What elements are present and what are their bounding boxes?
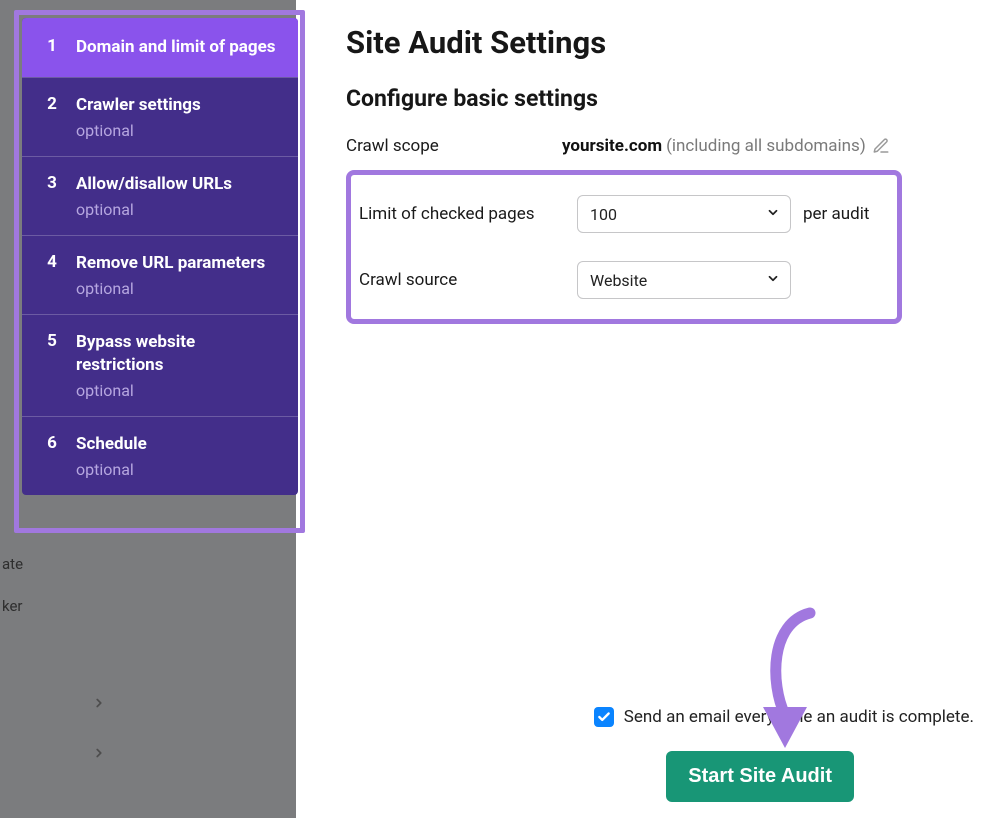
chevron-down-icon (766, 205, 780, 224)
email-notification-label: Send an email every time an audit is com… (624, 707, 974, 727)
limit-pages-suffix: per audit (803, 204, 869, 224)
step-optional-label: optional (76, 460, 280, 479)
crawl-source-row: Crawl source Website (359, 255, 889, 305)
email-checkbox[interactable] (594, 707, 614, 727)
bg-text-stub: ate (0, 555, 23, 573)
step-title: Domain and limit of pages (76, 36, 280, 59)
bg-text-stub: ker (0, 597, 23, 615)
crawl-scope-note: (including all subdomains) (666, 136, 866, 156)
step-number: 5 (38, 331, 66, 351)
limit-pages-select[interactable]: 100 (577, 195, 791, 233)
main-content: Site Audit Settings Configure basic sett… (346, 24, 974, 324)
email-notification-row: Send an email every time an audit is com… (594, 707, 974, 727)
sidebar-step-domain-limit[interactable]: 1 Domain and limit of pages (22, 18, 298, 77)
crawl-scope-row: Crawl scope yoursite.com (including all … (346, 136, 974, 156)
step-optional-label: optional (76, 381, 280, 400)
chevron-down-icon (766, 271, 780, 290)
step-number: 4 (38, 252, 66, 272)
footer: Send an email every time an audit is com… (594, 707, 974, 802)
crawl-source-value: Website (590, 271, 647, 290)
step-title: Bypass website restrictions (76, 331, 280, 377)
step-title: Remove URL parameters (76, 252, 280, 275)
page-subtitle: Configure basic settings (346, 85, 974, 112)
step-optional-label: optional (76, 279, 280, 298)
page-title: Site Audit Settings (346, 24, 974, 61)
pencil-icon[interactable] (872, 137, 890, 155)
crawl-source-label: Crawl source (359, 270, 577, 290)
step-number: 2 (38, 94, 66, 114)
settings-sidebar: 1 Domain and limit of pages 2 Crawler se… (22, 18, 298, 495)
step-title: Schedule (76, 433, 280, 456)
step-optional-label: optional (76, 200, 280, 219)
settings-highlight-outline: Limit of checked pages 100 per audit Cra… (346, 170, 902, 324)
sidebar-step-crawler-settings[interactable]: 2 Crawler settings optional (22, 77, 298, 156)
step-optional-label: optional (76, 121, 280, 140)
step-title: Allow/disallow URLs (76, 173, 280, 196)
sidebar-step-bypass-restrictions[interactable]: 5 Bypass website restrictions optional (22, 314, 298, 416)
limit-pages-label: Limit of checked pages (359, 204, 577, 224)
start-site-audit-button[interactable]: Start Site Audit (666, 751, 854, 802)
crawl-scope-label: Crawl scope (346, 136, 562, 156)
limit-pages-value: 100 (590, 205, 617, 224)
sidebar-step-remove-url-params[interactable]: 4 Remove URL parameters optional (22, 235, 298, 314)
step-number: 6 (38, 433, 66, 453)
limit-pages-row: Limit of checked pages 100 per audit (359, 189, 889, 239)
step-number: 1 (38, 36, 66, 56)
step-number: 3 (38, 173, 66, 193)
chevron-right-icon (92, 744, 106, 765)
sidebar-step-schedule[interactable]: 6 Schedule optional (22, 416, 298, 495)
crawl-source-select[interactable]: Website (577, 261, 791, 299)
crawl-scope-value: yoursite.com (562, 136, 662, 156)
sidebar-step-allow-disallow-urls[interactable]: 3 Allow/disallow URLs optional (22, 156, 298, 235)
chevron-right-icon (92, 694, 106, 715)
step-title: Crawler settings (76, 94, 280, 117)
